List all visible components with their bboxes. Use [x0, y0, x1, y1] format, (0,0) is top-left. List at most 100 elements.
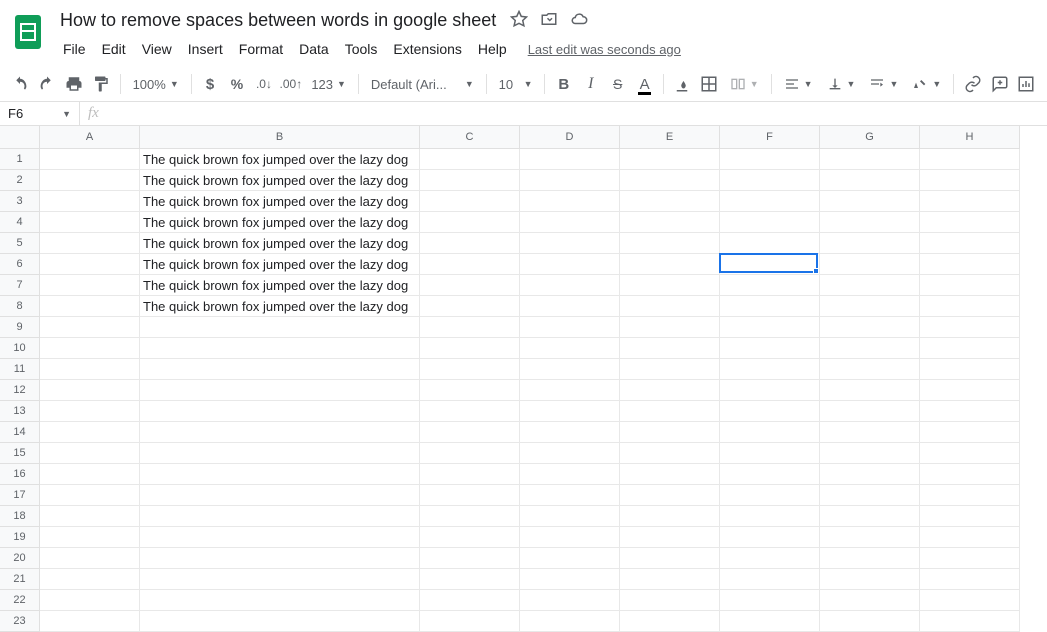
row-header-9[interactable]: 9: [0, 317, 40, 338]
cell-D21[interactable]: [520, 569, 620, 590]
cell-E23[interactable]: [620, 611, 720, 632]
cell-A12[interactable]: [40, 380, 140, 401]
cell-C16[interactable]: [420, 464, 520, 485]
cell-C11[interactable]: [420, 359, 520, 380]
cell-F6[interactable]: [720, 254, 820, 275]
cell-F8[interactable]: [720, 296, 820, 317]
cell-F5[interactable]: [720, 233, 820, 254]
cell-H18[interactable]: [920, 506, 1020, 527]
cell-F10[interactable]: [720, 338, 820, 359]
cell-H15[interactable]: [920, 443, 1020, 464]
row-header-13[interactable]: 13: [0, 401, 40, 422]
cell-G5[interactable]: [820, 233, 920, 254]
cell-H19[interactable]: [920, 527, 1020, 548]
row-header-21[interactable]: 21: [0, 569, 40, 590]
cell-G15[interactable]: [820, 443, 920, 464]
cell-G6[interactable]: [820, 254, 920, 275]
cell-G3[interactable]: [820, 191, 920, 212]
cell-B20[interactable]: [140, 548, 420, 569]
cell-C19[interactable]: [420, 527, 520, 548]
cell-H6[interactable]: [920, 254, 1020, 275]
menu-tools[interactable]: Tools: [338, 37, 385, 61]
cell-F20[interactable]: [720, 548, 820, 569]
insert-chart-button[interactable]: [1014, 71, 1039, 97]
cell-E16[interactable]: [620, 464, 720, 485]
row-header-19[interactable]: 19: [0, 527, 40, 548]
cloud-icon[interactable]: [570, 10, 588, 31]
cell-A11[interactable]: [40, 359, 140, 380]
cell-C8[interactable]: [420, 296, 520, 317]
cell-F4[interactable]: [720, 212, 820, 233]
move-icon[interactable]: [540, 10, 558, 31]
cell-C7[interactable]: [420, 275, 520, 296]
column-header-A[interactable]: A: [40, 126, 140, 149]
cell-D4[interactable]: [520, 212, 620, 233]
cell-A9[interactable]: [40, 317, 140, 338]
cell-A5[interactable]: [40, 233, 140, 254]
cell-A10[interactable]: [40, 338, 140, 359]
cell-F22[interactable]: [720, 590, 820, 611]
row-header-16[interactable]: 16: [0, 464, 40, 485]
cell-E9[interactable]: [620, 317, 720, 338]
cell-B10[interactable]: [140, 338, 420, 359]
cell-E2[interactable]: [620, 170, 720, 191]
cell-B13[interactable]: [140, 401, 420, 422]
column-header-F[interactable]: F: [720, 126, 820, 149]
cell-G23[interactable]: [820, 611, 920, 632]
cell-F15[interactable]: [720, 443, 820, 464]
cell-E8[interactable]: [620, 296, 720, 317]
cell-B7[interactable]: The quick brown fox jumped over the lazy…: [140, 275, 420, 296]
cell-F19[interactable]: [720, 527, 820, 548]
select-all-corner[interactable]: [0, 126, 40, 149]
cell-B8[interactable]: The quick brown fox jumped over the lazy…: [140, 296, 420, 317]
cell-A8[interactable]: [40, 296, 140, 317]
cell-H8[interactable]: [920, 296, 1020, 317]
cell-G16[interactable]: [820, 464, 920, 485]
cell-C2[interactable]: [420, 170, 520, 191]
cell-D10[interactable]: [520, 338, 620, 359]
cell-B19[interactable]: [140, 527, 420, 548]
column-header-E[interactable]: E: [620, 126, 720, 149]
cell-E7[interactable]: [620, 275, 720, 296]
cell-F18[interactable]: [720, 506, 820, 527]
cell-D17[interactable]: [520, 485, 620, 506]
cell-G22[interactable]: [820, 590, 920, 611]
cell-F2[interactable]: [720, 170, 820, 191]
cell-A19[interactable]: [40, 527, 140, 548]
cell-F16[interactable]: [720, 464, 820, 485]
cell-G20[interactable]: [820, 548, 920, 569]
document-title[interactable]: How to remove spaces between words in go…: [56, 8, 500, 33]
cell-B9[interactable]: [140, 317, 420, 338]
cell-D15[interactable]: [520, 443, 620, 464]
cell-F11[interactable]: [720, 359, 820, 380]
font-family-dropdown[interactable]: Default (Ari...▼: [365, 71, 480, 97]
cell-G9[interactable]: [820, 317, 920, 338]
cell-H14[interactable]: [920, 422, 1020, 443]
cell-H22[interactable]: [920, 590, 1020, 611]
cell-H13[interactable]: [920, 401, 1020, 422]
cell-D3[interactable]: [520, 191, 620, 212]
cell-C18[interactable]: [420, 506, 520, 527]
row-header-8[interactable]: 8: [0, 296, 40, 317]
row-header-3[interactable]: 3: [0, 191, 40, 212]
text-wrap-dropdown[interactable]: ▼: [863, 71, 904, 97]
cell-H2[interactable]: [920, 170, 1020, 191]
cell-D12[interactable]: [520, 380, 620, 401]
cell-G4[interactable]: [820, 212, 920, 233]
currency-button[interactable]: $: [198, 71, 223, 97]
cell-F1[interactable]: [720, 149, 820, 170]
cell-A18[interactable]: [40, 506, 140, 527]
cell-E1[interactable]: [620, 149, 720, 170]
borders-button[interactable]: [697, 71, 722, 97]
cell-H23[interactable]: [920, 611, 1020, 632]
cell-F12[interactable]: [720, 380, 820, 401]
cell-C4[interactable]: [420, 212, 520, 233]
cell-H4[interactable]: [920, 212, 1020, 233]
cell-H16[interactable]: [920, 464, 1020, 485]
menu-format[interactable]: Format: [232, 37, 290, 61]
cell-D11[interactable]: [520, 359, 620, 380]
cell-B21[interactable]: [140, 569, 420, 590]
column-header-D[interactable]: D: [520, 126, 620, 149]
bold-button[interactable]: B: [551, 71, 576, 97]
cell-C13[interactable]: [420, 401, 520, 422]
